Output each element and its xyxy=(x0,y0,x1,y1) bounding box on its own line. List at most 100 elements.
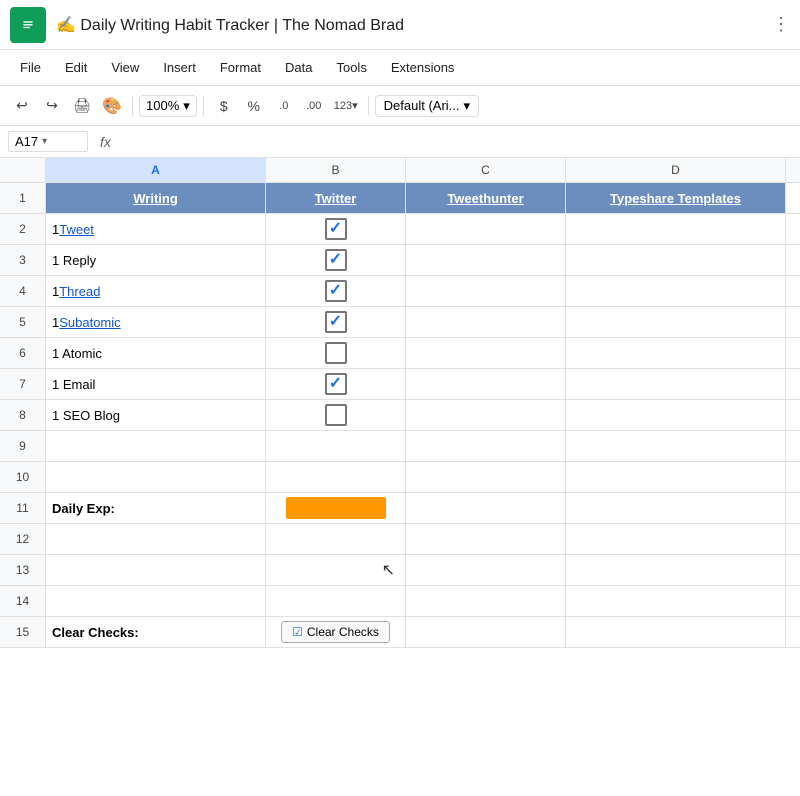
menu-data[interactable]: Data xyxy=(275,56,322,79)
decimal0-button[interactable]: .0 xyxy=(270,92,298,120)
undo-button[interactable]: ↩ xyxy=(8,92,36,120)
cell-b2[interactable]: ✓ xyxy=(266,214,406,244)
menu-insert[interactable]: Insert xyxy=(153,56,206,79)
row-num-15[interactable]: 15 xyxy=(0,617,46,647)
table-row: 11 Daily Exp: xyxy=(0,493,800,524)
checkbox-b4[interactable]: ✓ xyxy=(325,280,347,302)
row-num-9[interactable]: 9 xyxy=(0,431,46,461)
row-num-6[interactable]: 6 xyxy=(0,338,46,368)
cell-b6[interactable] xyxy=(266,338,406,368)
zoom-selector[interactable]: 100% ▾ xyxy=(139,95,197,117)
paint-format-button[interactable]: 🎨 xyxy=(98,92,126,120)
column-headers: A B C D xyxy=(0,158,800,183)
header-typeshare: Typeshare Templates xyxy=(566,183,786,213)
cell-b7[interactable]: ✓ xyxy=(266,369,406,399)
toolbar: ↩ ↪ 🖨 🎨 100% ▾ $ % .0 .00 123▾ Default (… xyxy=(0,86,800,126)
cell-d3 xyxy=(566,245,786,275)
row-num-12[interactable]: 12 xyxy=(0,524,46,554)
subatomic-link[interactable]: Subatomic xyxy=(59,315,120,330)
tweet-link[interactable]: Tweet xyxy=(59,222,94,237)
cell-a7: 1 Email xyxy=(46,369,266,399)
col-header-b[interactable]: B xyxy=(266,158,406,182)
cell-a13 xyxy=(46,555,266,585)
cell-d6 xyxy=(566,338,786,368)
menu-view[interactable]: View xyxy=(101,56,149,79)
cell-b5[interactable]: ✓ xyxy=(266,307,406,337)
font-selector[interactable]: Default (Ari... ▾ xyxy=(375,95,479,117)
row-num-4[interactable]: 4 xyxy=(0,276,46,306)
checkbox-b2[interactable]: ✓ xyxy=(325,218,347,240)
menu-tools[interactable]: Tools xyxy=(326,56,376,79)
cell-b14 xyxy=(266,586,406,616)
row-num-7[interactable]: 7 xyxy=(0,369,46,399)
cell-c5 xyxy=(406,307,566,337)
col-header-a[interactable]: A xyxy=(46,158,266,182)
table-row: 15 Clear Checks: ☑ Clear Checks xyxy=(0,617,800,648)
checkbox-b8[interactable] xyxy=(325,404,347,426)
cell-c13 xyxy=(406,555,566,585)
fx-label: fx xyxy=(100,134,111,150)
row-num-1[interactable]: 1 xyxy=(0,183,46,213)
row-num-2[interactable]: 2 xyxy=(0,214,46,244)
print-button[interactable]: 🖨 xyxy=(68,92,96,120)
cell-b4[interactable]: ✓ xyxy=(266,276,406,306)
dollar-button[interactable]: $ xyxy=(210,92,238,120)
more-options-icon[interactable]: ⋮ xyxy=(772,14,790,35)
check-icon: ☑ xyxy=(292,625,303,639)
checkbox-b6[interactable] xyxy=(325,342,347,364)
cell-c11 xyxy=(406,493,566,523)
document-title: ✍ Daily Writing Habit Tracker | The Noma… xyxy=(56,15,772,35)
cell-c15 xyxy=(406,617,566,647)
cell-d7 xyxy=(566,369,786,399)
table-row: 10 xyxy=(0,462,800,493)
cell-b11 xyxy=(266,493,406,523)
cell-d11 xyxy=(566,493,786,523)
cell-a12 xyxy=(46,524,266,554)
cell-b10 xyxy=(266,462,406,492)
col-header-d[interactable]: D xyxy=(566,158,786,182)
cell-b8[interactable] xyxy=(266,400,406,430)
row-num-14[interactable]: 14 xyxy=(0,586,46,616)
percent-button[interactable]: % xyxy=(240,92,268,120)
row-num-5[interactable]: 5 xyxy=(0,307,46,337)
cell-a14 xyxy=(46,586,266,616)
menu-format[interactable]: Format xyxy=(210,56,271,79)
cell-a2: 1 Tweet xyxy=(46,214,266,244)
row-num-10[interactable]: 10 xyxy=(0,462,46,492)
cell-a3: 1 Reply xyxy=(46,245,266,275)
cell-c12 xyxy=(406,524,566,554)
thread-link[interactable]: Thread xyxy=(59,284,100,299)
redo-button[interactable]: ↪ xyxy=(38,92,66,120)
col-header-c[interactable]: C xyxy=(406,158,566,182)
checkbox-b3[interactable]: ✓ xyxy=(325,249,347,271)
table-row: 7 1 Email ✓ xyxy=(0,369,800,400)
menu-file[interactable]: File xyxy=(10,56,51,79)
cell-a10 xyxy=(46,462,266,492)
cell-c6 xyxy=(406,338,566,368)
row-num-13[interactable]: 13 xyxy=(0,555,46,585)
row-num-8[interactable]: 8 xyxy=(0,400,46,430)
cell-d5 xyxy=(566,307,786,337)
menu-extensions[interactable]: Extensions xyxy=(381,56,465,79)
row-num-3[interactable]: 3 xyxy=(0,245,46,275)
cell-c14 xyxy=(406,586,566,616)
spreadsheet: A B C D 1 Writing Twitter Tweethunter Ty… xyxy=(0,158,800,648)
cursor-icon: ↖ xyxy=(382,560,395,580)
cell-a8: 1 SEO Blog xyxy=(46,400,266,430)
cell-c3 xyxy=(406,245,566,275)
exp-bar xyxy=(286,497,386,519)
more-formats-button[interactable]: 123▾ xyxy=(330,92,362,120)
row-num-11[interactable]: 11 xyxy=(0,493,46,523)
cell-b13: ↖ xyxy=(266,555,406,585)
decimal00-button[interactable]: .00 xyxy=(300,92,328,120)
menu-edit[interactable]: Edit xyxy=(55,56,97,79)
cell-reference[interactable]: A17 ▾ xyxy=(8,131,88,152)
cell-c4 xyxy=(406,276,566,306)
cell-a9 xyxy=(46,431,266,461)
cell-c8 xyxy=(406,400,566,430)
checkbox-b7[interactable]: ✓ xyxy=(325,373,347,395)
checkbox-b5[interactable]: ✓ xyxy=(325,311,347,333)
clear-checks-button[interactable]: ☑ Clear Checks xyxy=(281,621,390,643)
cell-b3[interactable]: ✓ xyxy=(266,245,406,275)
cell-a6: 1 Atomic xyxy=(46,338,266,368)
